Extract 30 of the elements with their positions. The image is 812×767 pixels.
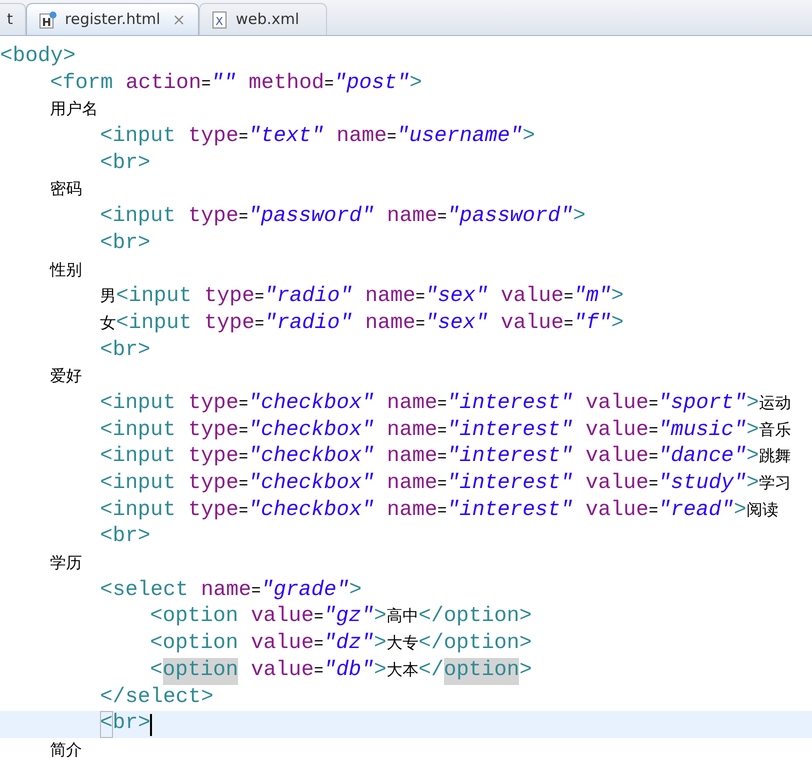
editor-tab[interactable]: X web.xml xyxy=(198,3,327,35)
code-line: <select name="grade"> xyxy=(99,578,363,604)
code-line: <input type="checkbox" name="interest" value="study">学习 xyxy=(99,471,792,497)
code-line: 性别 xyxy=(48,260,83,282)
code-line: <option value="gz">高中</option> xyxy=(149,604,533,630)
code-line: 爱好 xyxy=(49,366,83,388)
code-line: 用户名 xyxy=(49,100,99,122)
code-line: <br> xyxy=(99,338,152,364)
code-line: 学历 xyxy=(49,554,83,576)
code-line: <form action="" method="post"> xyxy=(49,70,424,97)
xml-file-icon: X xyxy=(212,10,228,28)
code-line: <option value="db">大本</option> xyxy=(0,658,812,684)
code-line: 密码 xyxy=(49,180,83,202)
code-line: <input type="password" name="password"> xyxy=(99,204,587,230)
text-caret xyxy=(150,714,152,736)
code-line: <input type="text" name="username"> xyxy=(99,124,536,150)
code-line: <br> xyxy=(99,230,152,257)
code-line: <input type="checkbox" name="interest" value="read">阅读 xyxy=(99,498,780,524)
code-line: </select> xyxy=(99,684,214,710)
code-line: <body> xyxy=(0,44,77,70)
code-line: 简介 xyxy=(49,740,83,762)
editor-tab[interactable]: H register.html × xyxy=(26,3,199,35)
code-line: <br> xyxy=(99,150,152,177)
code-line: 女<input type="radio" name="sex" value="f"> xyxy=(99,310,625,337)
code-line: <input type="checkbox" name="interest" value="dance">跳舞 xyxy=(99,444,792,470)
code-line: <input type="checkbox" name="interest" value="sport">运动 xyxy=(99,390,792,417)
code-line: <input type="checkbox" name="interest" value="music">音乐 xyxy=(99,418,792,444)
code-line: <option value="dz">大专</option> xyxy=(149,631,533,658)
code-line: <br> xyxy=(99,524,152,550)
code-line: 男<input type="radio" name="sex" value="m"> xyxy=(99,284,625,310)
